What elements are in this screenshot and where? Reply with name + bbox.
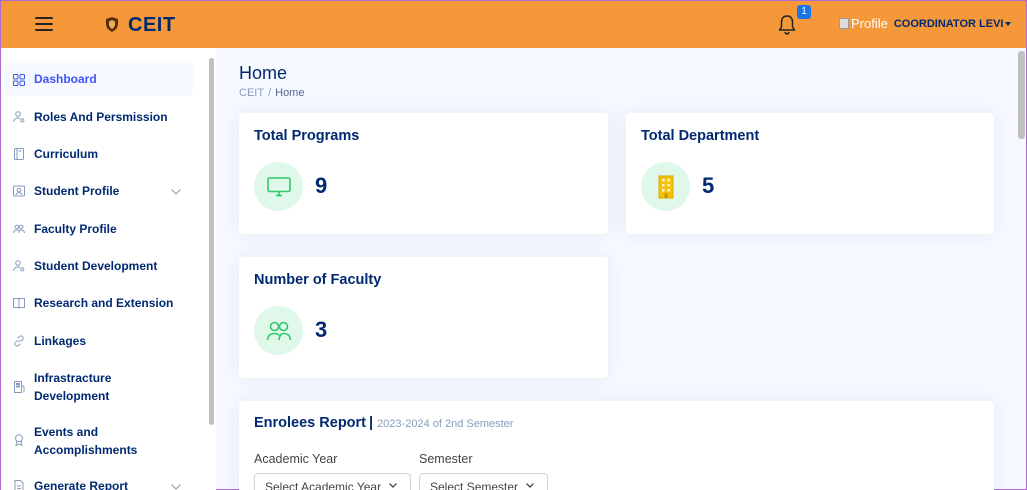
file-icon	[14, 480, 24, 490]
chevron-down-icon	[171, 484, 181, 490]
sidebar-item-label: Curriculum	[34, 147, 99, 161]
sidebar-item-research[interactable]: Research and Extension	[4, 287, 193, 320]
departments-icon-circle	[641, 162, 690, 211]
sidebar-item-label: Generate Report	[34, 479, 129, 490]
monitor-icon	[266, 176, 291, 196]
report-title-row: Enrolees Report | 2023-2024 of 2nd Semeste…	[254, 415, 513, 431]
enrolees-report-card: Enrolees Report | 2023-2024 of 2nd Semeste…	[239, 401, 994, 490]
page-title: Home	[239, 63, 288, 83]
breadcrumb: CEIT / Home	[239, 87, 304, 99]
sidebar-item-student-profile[interactable]: Student Profile	[4, 175, 193, 208]
sidebar-item-faculty-profile[interactable]: Faculty Profile	[4, 213, 193, 246]
faculty-icon-circle	[254, 306, 303, 355]
award-icon	[15, 434, 23, 446]
notification-count-badge: 1	[797, 5, 811, 19]
sidebar-item-linkages[interactable]: Linkages	[4, 325, 193, 358]
profile-dropdown[interactable]: Profile COORDINATOR LEVI	[839, 16, 1012, 31]
book-icon	[13, 298, 25, 309]
departments-count: 5	[702, 173, 715, 198]
report-title: Enrolees Report	[254, 415, 366, 431]
sidebar-item-generate-report[interactable]: Generate Report	[4, 471, 193, 490]
logo-shield-icon	[106, 17, 118, 32]
sidebar-item-events[interactable]: Events and Accomplishments	[4, 420, 193, 462]
broken-image-icon	[839, 18, 849, 29]
building-icon	[14, 381, 25, 393]
faculty-count: 3	[315, 317, 328, 342]
avatar-alt-text: Profile	[851, 16, 888, 31]
sidebar-item-label-line2: Accomplishments	[34, 443, 138, 457]
semester-select[interactable]: Select Semester	[419, 473, 548, 490]
card-title: Number of Faculty	[254, 272, 382, 288]
departments-card: Total Department 5	[626, 113, 994, 234]
sidebar-item-label-line2: Development	[34, 389, 110, 403]
sidebar-item-label: Faculty Profile	[34, 222, 117, 236]
people-icon	[266, 321, 291, 340]
sidebar-item-label: Roles And Persmission	[34, 110, 168, 124]
sidebar: Dashboard Roles And Persmission Curricul…	[1, 48, 216, 490]
sidebar-item-label: Dashboard	[34, 72, 97, 86]
sidebar-item-label-line1: Infrastracture	[34, 371, 112, 385]
main-scrollbar-thumb[interactable]	[1018, 51, 1025, 139]
chevron-down-icon	[171, 189, 181, 195]
semester-select-value: Select Semester	[430, 480, 519, 490]
programs-card: Total Programs 9	[239, 113, 608, 234]
breadcrumb-current: Home	[275, 87, 305, 99]
people-icon	[13, 224, 25, 234]
grid-icon	[13, 74, 25, 86]
semester-label: Semester	[419, 452, 473, 466]
sidebar-scrollbar-thumb[interactable]	[209, 58, 214, 425]
top-header: CEIT 1 Profile COORDINATOR LEVI	[1, 1, 1026, 48]
person-gear-icon	[13, 111, 25, 123]
sidebar-item-infrastructure[interactable]: Infrastracture Development	[4, 366, 193, 408]
avatar: Profile	[839, 16, 888, 31]
journal-icon	[14, 148, 24, 160]
person-badge-icon	[13, 185, 25, 197]
report-subtitle: 2023-2024 of 2nd Semester	[377, 418, 514, 430]
programs-icon-circle	[254, 162, 303, 211]
link-icon	[14, 335, 24, 347]
academic-year-select-value: Select Academic Year	[265, 480, 382, 490]
sidebar-item-label: Student Profile	[34, 184, 120, 198]
sidebar-item-label: Linkages	[34, 334, 87, 348]
breadcrumb-link-ceit[interactable]: CEIT	[239, 87, 264, 99]
user-name: COORDINATOR LEVI	[893, 17, 1004, 30]
sidebar-item-roles[interactable]: Roles And Persmission	[4, 101, 193, 134]
chevron-down-icon	[526, 483, 534, 488]
sidebar-item-label: Research and Extension	[34, 296, 174, 310]
caret-down-icon	[1005, 21, 1012, 26]
menu-toggle-icon[interactable]	[35, 17, 53, 31]
building-icon	[658, 175, 673, 198]
academic-year-select[interactable]: Select Academic Year	[254, 473, 411, 490]
sidebar-item-student-development[interactable]: Student Development	[4, 250, 193, 283]
sidebar-item-label: Student Development	[34, 259, 158, 273]
programs-count: 9	[315, 173, 328, 198]
notification-bell-icon[interactable]	[777, 14, 797, 36]
person-gear-icon	[13, 260, 25, 272]
report-title-separator: |	[369, 415, 374, 431]
sidebar-item-dashboard[interactable]: Dashboard	[4, 63, 193, 96]
breadcrumb-separator: /	[268, 87, 272, 99]
brand-name[interactable]: CEIT	[128, 14, 176, 37]
card-title: Total Programs	[254, 128, 360, 144]
chevron-down-icon	[389, 483, 398, 488]
sidebar-item-curriculum[interactable]: Curriculum	[4, 138, 193, 171]
faculty-card: Number of Faculty 3	[239, 257, 608, 378]
sidebar-item-label-line1: Events and	[34, 425, 99, 439]
card-title: Total Department	[641, 128, 760, 144]
academic-year-label: Academic Year	[254, 452, 338, 466]
